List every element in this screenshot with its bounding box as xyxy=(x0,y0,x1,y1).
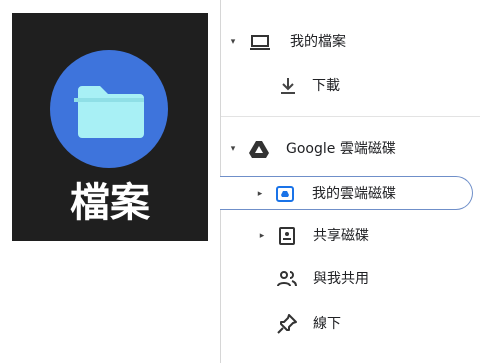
expand-arrow-icon[interactable]: ▸ xyxy=(254,177,266,211)
app-label: 檔案 xyxy=(70,180,150,226)
nav-item-label: 線下 xyxy=(313,316,341,332)
nav-item-my-drive[interactable]: ▸ 我的雲端磁碟 xyxy=(220,176,473,210)
expand-arrow-icon[interactable]: ▸ xyxy=(256,219,268,253)
people-icon xyxy=(275,267,299,291)
nav-item-label: 我的雲端磁碟 xyxy=(312,186,396,202)
divider xyxy=(221,116,480,117)
download-icon xyxy=(276,74,300,98)
nav-item-my-files[interactable]: ▾ 我的檔案 xyxy=(221,25,473,59)
laptop-icon xyxy=(248,30,272,54)
nav-item-label: 下載 xyxy=(312,78,340,94)
nav-item-shared-drives[interactable]: ▸ 共享磁碟 xyxy=(221,219,473,253)
app-icon-circle xyxy=(50,50,168,168)
pin-icon xyxy=(275,312,299,336)
folder-icon xyxy=(74,86,144,138)
navigation-panel: ▾ 我的檔案 下載 ▾ Google 雲端磁碟 ▸ 我的雲端磁碟 ▸ 共享磁碟 … xyxy=(220,0,480,363)
nav-item-label: Google 雲端磁碟 xyxy=(286,141,396,157)
nav-item-label: 與我共用 xyxy=(313,271,369,287)
nav-item-label: 共享磁碟 xyxy=(313,228,369,244)
google-drive-icon xyxy=(247,137,271,161)
nav-item-shared-with-me[interactable]: 與我共用 xyxy=(221,262,473,296)
nav-item-downloads[interactable]: 下載 xyxy=(221,69,473,103)
nav-item-label: 我的檔案 xyxy=(290,34,346,50)
app-tile[interactable]: 檔案 xyxy=(12,13,208,241)
nav-item-google-drive[interactable]: ▾ Google 雲端磁碟 xyxy=(221,132,473,166)
my-drive-icon xyxy=(273,182,297,206)
expand-arrow-icon[interactable]: ▾ xyxy=(227,132,239,166)
shared-drive-icon xyxy=(275,224,299,248)
expand-arrow-icon[interactable]: ▾ xyxy=(227,25,239,59)
nav-item-offline[interactable]: 線下 xyxy=(221,307,473,341)
